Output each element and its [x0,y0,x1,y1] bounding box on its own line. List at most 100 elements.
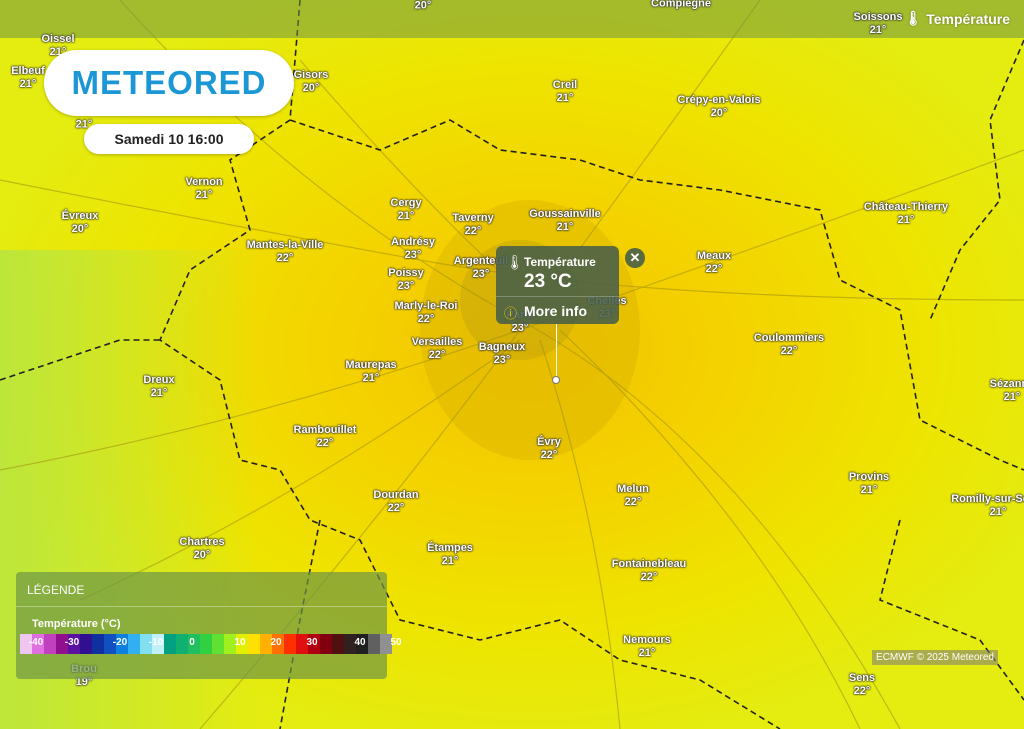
city-label[interactable]: Château-Thierry 21° [864,201,948,227]
info-icon: ⓘ [504,306,518,321]
city-label[interactable]: Creil 21° [553,79,577,105]
city-name: Dreux [143,374,175,386]
city-temperature: 22° [464,225,482,237]
city-temperature: 23° [397,280,415,292]
city-label[interactable]: Coulommiers 22° [754,332,824,358]
date-pill[interactable]: Samedi 10 16:00 [84,124,254,154]
city-temperature: 22° [417,313,435,325]
layer-label-text: Température [926,10,1010,27]
city-name: Meaux [696,250,732,262]
city-label[interactable]: Fontainebleau 22° [612,558,687,584]
city-label[interactable]: Crépy-en-Valois 20° [677,94,760,120]
city-label[interactable]: Taverny 22° [452,212,493,238]
scale-segment [200,634,212,654]
city-temperature: 21° [638,647,656,659]
close-icon[interactable]: ✕ [625,248,645,268]
city-label[interactable]: Meaux 22° [697,250,731,276]
city-name: Dourdan [373,489,419,501]
thermometer-icon: 🌡 [506,254,524,270]
city-name: Oissel [41,33,75,45]
thermometer-icon: 🌡 [904,10,923,26]
city-name: Goussainville [529,208,601,220]
city-name: Poissy [388,267,424,279]
scale-segment [44,634,56,654]
city-name: Elbeuf [11,65,45,77]
city-label[interactable]: Sens 22° [849,672,875,698]
city-name: Maurepas [345,359,397,371]
city-label[interactable]: Elbeuf 21° [11,65,45,91]
logo-text: METEORED [71,64,267,101]
city-label[interactable]: Sézanne21° [990,378,1024,404]
location-marker[interactable] [552,376,560,384]
city-label[interactable]: Étampes 21° [427,542,473,568]
credit: ECMWF © 2025 Meteored [872,650,998,665]
city-name: Crépy-en-Valois [677,94,761,106]
legend: LÉGENDE Température (°C) -40 -30 -20 -10 0 10… [16,572,402,679]
scale-segment [92,634,104,654]
city-name: Melun [617,483,649,495]
city-label[interactable]: Poissy 23° [388,267,423,293]
city-temperature: 21° [19,78,37,90]
city-name: Cergy [390,197,422,209]
scale-tick-label: 10 [234,637,246,648]
city-temperature: 22° [387,502,405,514]
city-label[interactable]: Andrésy 23° [391,236,435,262]
layer-label[interactable]: 🌡 Température [904,10,1010,27]
city-temperature: 23° [404,249,422,261]
city-name: Rambouillet [293,424,357,436]
city-label[interactable]: Cergy 21° [390,197,421,223]
city-label[interactable]: Évry 22° [537,436,561,462]
city-label[interactable]: Chartres 20° [179,536,224,562]
scale-segment [248,634,260,654]
city-label[interactable]: Versailles 22° [412,336,463,362]
city-label[interactable]: Mantes-la-Ville 22° [247,239,324,265]
city-name: Creil [552,79,578,91]
city-label[interactable]: Soissons 21° [854,11,903,37]
city-label[interactable]: Romilly-sur-Seine21° [951,493,1024,519]
city-name: Andrésy [390,236,436,248]
city-label[interactable]: Gisors 20° [294,69,329,95]
city-label[interactable]: Évreux 20° [62,210,99,236]
scale-tick-label: -30 [64,637,80,648]
city-name: Coulommiers [753,332,825,344]
city-name: Provins [848,471,890,483]
city-label[interactable]: Marly-le-Roi 22° [395,300,458,326]
city-label[interactable]: Melun 22° [617,483,649,509]
city-temperature: 21° [897,214,915,226]
legend-divider [16,606,387,607]
scale-segment [368,634,380,654]
city-temperature: 21° [869,24,887,36]
scale-tick-label: 20 [270,637,282,648]
city-temperature: 22° [853,685,871,697]
popup-divider [496,296,619,297]
city-temperature: 20° [414,0,432,12]
city-label[interactable]: Goussainville 21° [529,208,601,234]
logo[interactable]: METEORED [44,50,294,116]
city-label[interactable]: Vernon 21° [185,176,222,202]
city-temperature: 21° [860,484,878,496]
city-name: Mantes-la-Ville [246,239,324,251]
city-name: Évry [537,436,561,448]
city-label[interactable]: Nemours 21° [623,634,671,660]
scale-tick-label: 0 [189,637,195,648]
city-label[interactable]: Dourdan 22° [373,489,418,515]
city-temperature: 22° [780,345,798,357]
city-label[interactable]: Rambouillet 22° [294,424,357,450]
city-label[interactable]: Dreux 21° [143,374,174,400]
city-temperature: 21° [195,189,213,201]
scale-segment [284,634,296,654]
city-label[interactable]: Provins 21° [849,471,889,497]
city-label[interactable]: Bagneux 23° [479,341,525,367]
city-name: Soissons [853,11,903,23]
popup-value: 23 °C [524,271,572,292]
more-info-link[interactable]: More info [524,303,587,319]
city-label[interactable]: Compiègne [651,0,711,11]
city-temperature: 21° [989,506,1007,518]
city-temperature: 20° [71,223,89,235]
city-temperature: 22° [540,449,558,461]
scale-segment [164,634,176,654]
city-label[interactable]: Maurepas 21° [345,359,396,385]
city-label[interactable]: 20° [415,0,432,13]
city-temperature: 21° [556,92,574,104]
city-name: Étampes [427,542,473,554]
